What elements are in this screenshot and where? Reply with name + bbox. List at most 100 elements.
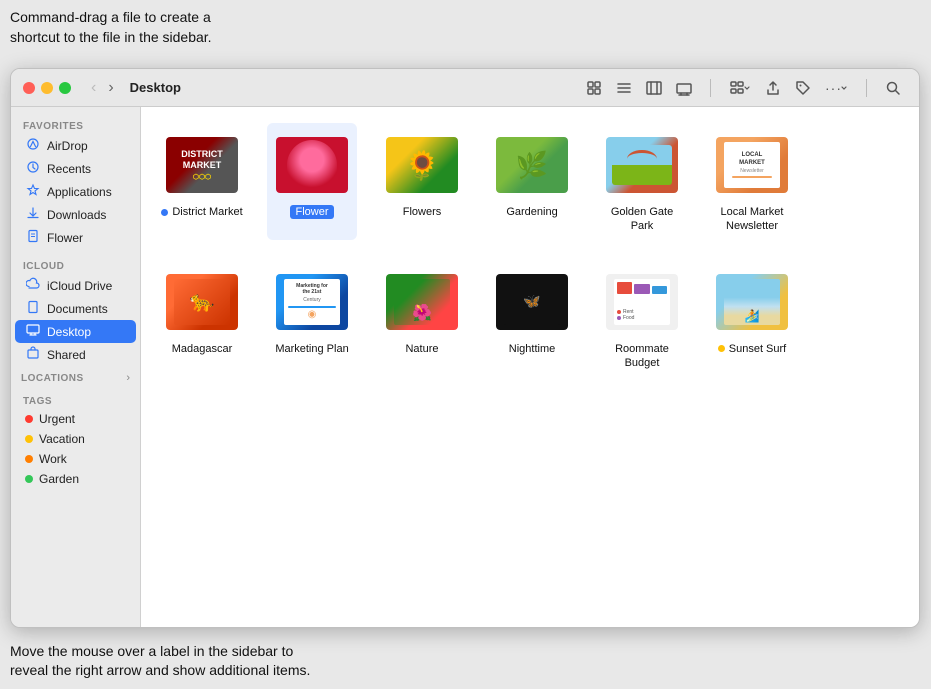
applications-icon bbox=[25, 183, 41, 200]
sidebar: Favorites AirDrop Recents bbox=[11, 107, 141, 627]
annotation-bottom: Move the mouse over a label in the sideb… bbox=[10, 642, 510, 681]
flower-icon bbox=[276, 129, 348, 201]
file-item-golden-gate-park[interactable]: Golden Gate Park bbox=[597, 123, 687, 240]
sidebar-item-documents[interactable]: Documents bbox=[15, 297, 136, 320]
airdrop-icon bbox=[25, 137, 41, 154]
file-item-nature[interactable]: 🌺 Nature bbox=[377, 260, 467, 377]
recents-label: Recents bbox=[47, 162, 91, 176]
minimize-button[interactable] bbox=[41, 82, 53, 94]
locations-arrow-icon[interactable]: › bbox=[126, 372, 130, 384]
icloud-drive-icon bbox=[25, 277, 41, 294]
marketing-plan-icon: Marketing forthe 21st Century ◉ bbox=[276, 266, 348, 338]
sidebar-item-icloud-drive[interactable]: iCloud Drive bbox=[15, 274, 136, 297]
local-market-newsletter-name: Local Market Newsletter bbox=[711, 205, 793, 234]
roommate-budget-name: Roommate Budget bbox=[601, 342, 683, 371]
file-item-roommate-budget[interactable]: Rent Food Roommate Budget bbox=[597, 260, 687, 377]
sunset-surf-dot bbox=[718, 345, 725, 352]
toolbar-separator-2 bbox=[866, 79, 867, 97]
golden-gate-park-icon bbox=[606, 129, 678, 201]
tags-label: Tags bbox=[11, 390, 140, 409]
vacation-dot bbox=[25, 435, 33, 443]
view-grid-button[interactable] bbox=[580, 76, 608, 100]
toolbar-separator-1 bbox=[710, 79, 711, 97]
work-label: Work bbox=[39, 452, 67, 466]
sunset-surf-name: Sunset Surf bbox=[729, 342, 786, 356]
shared-icon bbox=[25, 346, 41, 363]
vacation-label: Vacation bbox=[39, 432, 85, 446]
file-item-flowers[interactable]: 🌻 Flowers bbox=[377, 123, 467, 240]
marketing-plan-name: Marketing Plan bbox=[275, 342, 348, 356]
files-grid: DISTRICTMARKET ⬡⬡⬡ District Market bbox=[157, 123, 903, 376]
documents-icon bbox=[25, 300, 41, 317]
downloads-label: Downloads bbox=[47, 208, 106, 222]
back-button[interactable]: ‹ bbox=[87, 77, 100, 99]
forward-button[interactable]: › bbox=[104, 77, 117, 99]
tag-button[interactable] bbox=[789, 76, 817, 100]
more-button[interactable]: ··· bbox=[819, 76, 854, 100]
search-button[interactable] bbox=[879, 76, 907, 100]
favorites-label: Favorites bbox=[11, 115, 140, 134]
flower-selected-label: Flower bbox=[290, 205, 333, 219]
file-item-flower[interactable]: Flower bbox=[267, 123, 357, 240]
desktop-label: Desktop bbox=[47, 325, 91, 339]
share-button[interactable] bbox=[759, 76, 787, 100]
annotation-top-text: Command-drag a file to create a shortcut… bbox=[10, 9, 212, 45]
file-item-local-market-newsletter[interactable]: LOCALMARKET Newsletter Local Market News… bbox=[707, 123, 797, 240]
garden-dot bbox=[25, 475, 33, 483]
district-market-dot bbox=[161, 209, 168, 216]
sidebar-item-work[interactable]: Work bbox=[15, 449, 136, 469]
desktop-icon bbox=[25, 323, 41, 340]
garden-label: Garden bbox=[39, 472, 79, 486]
sidebar-item-downloads[interactable]: Downloads bbox=[15, 203, 136, 226]
sidebar-item-urgent[interactable]: Urgent bbox=[15, 409, 136, 429]
annotation-bottom-text: Move the mouse over a label in the sideb… bbox=[10, 643, 310, 679]
nature-icon: 🌺 bbox=[386, 266, 458, 338]
maximize-button[interactable] bbox=[59, 82, 71, 94]
nighttime-name: Nighttime bbox=[509, 342, 555, 356]
file-item-nighttime[interactable]: 🦋 Nighttime bbox=[487, 260, 577, 377]
shared-label: Shared bbox=[47, 348, 86, 362]
file-item-sunset-surf[interactable]: 🏄 Sunset Surf bbox=[707, 260, 797, 377]
nature-name: Nature bbox=[405, 342, 438, 356]
recents-icon bbox=[25, 160, 41, 177]
close-button[interactable] bbox=[23, 82, 35, 94]
flowers-icon: 🌻 bbox=[386, 129, 458, 201]
sidebar-item-airdrop[interactable]: AirDrop bbox=[15, 134, 136, 157]
file-item-gardening[interactable]: 🌿 Gardening bbox=[487, 123, 577, 240]
view-gallery-button[interactable] bbox=[670, 76, 698, 100]
district-market-icon: DISTRICTMARKET ⬡⬡⬡ bbox=[166, 129, 238, 201]
sidebar-item-vacation[interactable]: Vacation bbox=[15, 429, 136, 449]
flowers-name: Flowers bbox=[403, 205, 442, 219]
local-market-newsletter-icon: LOCALMARKET Newsletter bbox=[716, 129, 788, 201]
roommate-budget-icon: Rent Food bbox=[606, 266, 678, 338]
documents-label: Documents bbox=[47, 302, 108, 316]
traffic-lights bbox=[23, 82, 71, 94]
file-item-madagascar[interactable]: 🐆 Madagascar bbox=[157, 260, 247, 377]
downloads-icon bbox=[25, 206, 41, 223]
flower-file-icon bbox=[25, 229, 41, 246]
nav-buttons: ‹ › bbox=[87, 77, 118, 99]
action-controls: ··· bbox=[723, 76, 854, 100]
gardening-icon: 🌿 bbox=[496, 129, 568, 201]
view-columns-button[interactable] bbox=[640, 76, 668, 100]
flower-label: Flower bbox=[47, 231, 83, 245]
applications-label: Applications bbox=[47, 185, 112, 199]
window-title: Desktop bbox=[130, 80, 181, 95]
sidebar-item-recents[interactable]: Recents bbox=[15, 157, 136, 180]
sunset-surf-icon: 🏄 bbox=[716, 266, 788, 338]
file-item-marketing-plan[interactable]: Marketing forthe 21st Century ◉ Marketin… bbox=[267, 260, 357, 377]
urgent-label: Urgent bbox=[39, 412, 75, 426]
airdrop-label: AirDrop bbox=[47, 139, 88, 153]
icloud-label: iCloud bbox=[11, 255, 140, 274]
gardening-name: Gardening bbox=[506, 205, 557, 219]
sidebar-item-shared[interactable]: Shared bbox=[15, 343, 136, 366]
group-by-button[interactable] bbox=[723, 76, 757, 100]
sidebar-item-desktop[interactable]: Desktop bbox=[15, 320, 136, 343]
view-list-button[interactable] bbox=[610, 76, 638, 100]
sidebar-item-garden[interactable]: Garden bbox=[15, 469, 136, 489]
file-item-district-market[interactable]: DISTRICTMARKET ⬡⬡⬡ District Market bbox=[157, 123, 247, 240]
annotation-top: Command-drag a file to create a shortcut… bbox=[10, 8, 360, 47]
sidebar-item-applications[interactable]: Applications bbox=[15, 180, 136, 203]
sidebar-item-flower[interactable]: Flower bbox=[15, 226, 136, 249]
district-market-name: District Market bbox=[172, 205, 242, 219]
